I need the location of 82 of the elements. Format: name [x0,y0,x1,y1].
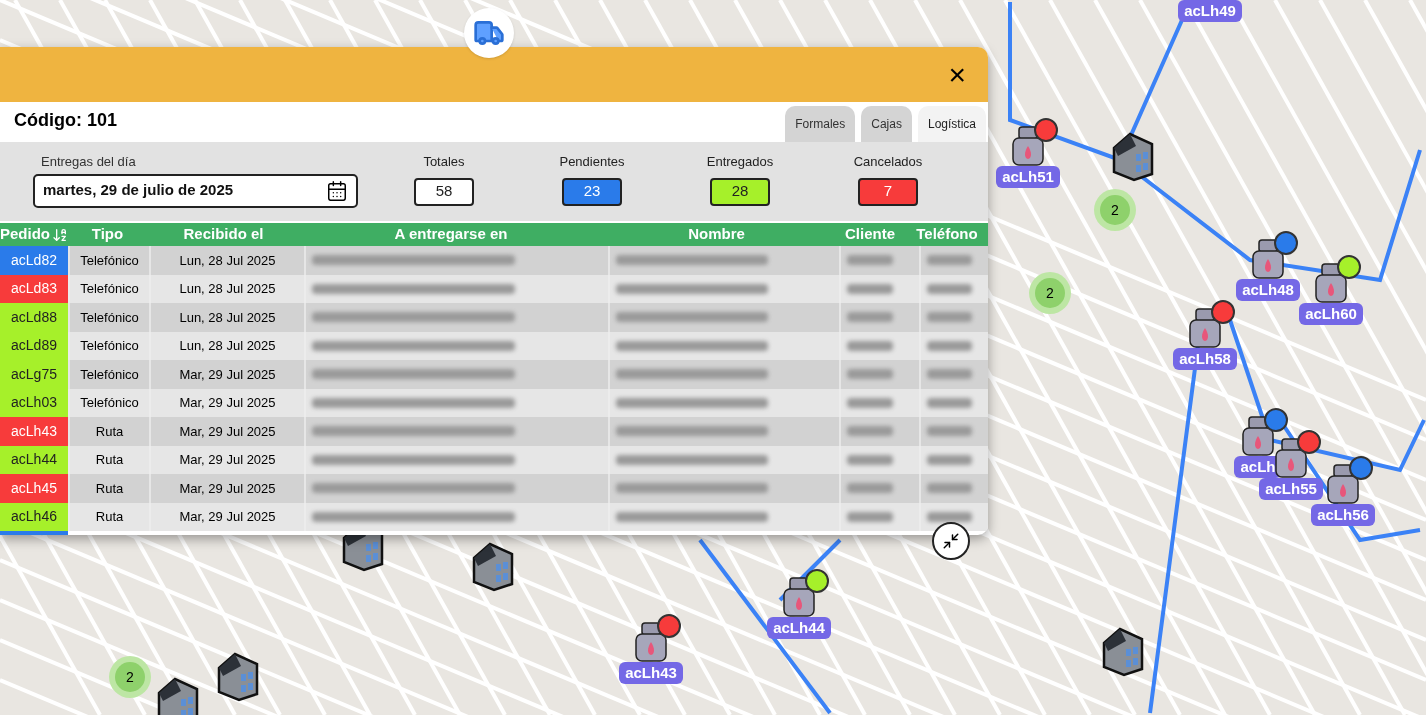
house-icon [1110,130,1156,182]
column-header[interactable]: Nombre [602,223,831,246]
gas-cylinder-icon [1325,464,1361,504]
marker-label[interactable]: acLh56 [1311,504,1375,526]
gas-cylinder-icon [1187,308,1223,348]
table-cell: Telefónico [70,331,149,360]
order-id-cell[interactable]: acLd83 [0,274,68,303]
table-cell: Mar, 29 Jul 2025 [151,474,304,503]
blurred-cell [921,417,988,446]
marker-label[interactable]: acLh58 [1173,348,1237,370]
table-cell: Lun, 28 Jul 2025 [151,331,304,360]
table-cell: Ruta [70,502,149,531]
order-id-cell[interactable]: acLd82 [0,246,68,275]
counter-label: Cancelados [853,153,923,171]
table-cell: Lun, 28 Jul 2025 [151,246,304,275]
table-cell: Telefónico [70,246,149,275]
marker-label[interactable]: acLh44 [767,617,831,639]
order-id-cell[interactable]: acLh44 [0,445,68,474]
blurred-cell [921,303,988,332]
gas-cylinder-icon [1250,239,1286,279]
table-cell: Mar, 29 Jul 2025 [151,388,304,417]
table-cell: Ruta [70,445,149,474]
date-label: Entregas del día [41,153,137,171]
order-id-cell[interactable]: acLh03 [0,388,68,417]
house-icon [1100,625,1146,677]
house-icon [215,650,261,702]
order-id-cell[interactable]: acLh43 [0,417,68,446]
marker-label[interactable]: acLh43 [619,662,683,684]
counter-value: 7 [858,177,918,206]
marker-label[interactable]: acLh51 [996,166,1060,188]
house-icon [155,675,201,715]
table-cell: Lun, 28 Jul 2025 [151,274,304,303]
counter-value: 23 [562,177,622,206]
marker-label[interactable]: acLh55 [1259,478,1323,500]
table-cell: Telefónico [70,303,149,332]
gas-cylinder-icon [1010,126,1046,166]
order-id-cell[interactable]: acLd89 [0,331,68,360]
order-id-cell[interactable]: acLd88 [0,303,68,332]
counter-label: Totales [423,153,465,171]
column-header[interactable]: A entregarse en [300,223,602,246]
house-icon [470,540,516,592]
column-header[interactable]: Recibido el [147,223,300,246]
table-cell: Telefónico [70,274,149,303]
table-cell: Lun, 28 Jul 2025 [151,303,304,332]
gas-cylinder-icon [1313,263,1349,303]
order-id-cell[interactable]: acLh46 [0,502,68,531]
table-cell: Telefónico [70,360,149,389]
counter-label: Entregados [706,153,774,171]
marker-label[interactable]: acLh48 [1236,279,1300,301]
table-cell: Ruta [70,474,149,503]
column-header[interactable]: Pedido [0,223,68,246]
minimize-icon[interactable] [942,532,960,550]
counter-label: Pendientes [559,153,625,171]
gas-cylinder-icon [781,577,817,617]
table-cell: Mar, 29 Jul 2025 [151,360,304,389]
table-cell: Mar, 29 Jul 2025 [151,502,304,531]
counter-value: 28 [710,177,770,206]
column-header[interactable]: Teléfono [909,223,985,246]
counter-value: 58 [414,177,474,206]
order-code: Código: 101 [13,109,117,132]
date-field[interactable]: martes, 29 de julio de 2025 [33,173,358,208]
gas-cylinder-icon [633,622,669,662]
tab[interactable]: Logística [917,106,986,142]
column-header[interactable]: Tipo [68,223,147,246]
gas-cylinder-icon [1273,438,1309,478]
table-cell: Mar, 29 Jul 2025 [151,417,304,446]
close-button[interactable]: × [948,59,966,90]
tab[interactable]: Formales [785,106,856,142]
marker-label[interactable]: acLh49 [1178,0,1242,22]
order-id-cell[interactable]: acLh45 [0,474,68,503]
calendar-icon[interactable] [326,179,348,202]
blurred-cell [921,360,988,389]
table-cell: Telefónico [70,388,149,417]
table-cell: Ruta [70,417,149,446]
blurred-cell [921,474,988,503]
tab[interactable]: Cajas [861,106,912,142]
column-header[interactable]: Cliente [831,223,909,246]
table-cell: Mar, 29 Jul 2025 [151,445,304,474]
marker-label[interactable]: acLh60 [1299,303,1363,325]
gas-cylinder-icon [1240,416,1276,456]
order-id-cell[interactable]: acLg75 [0,360,68,389]
blurred-cell [921,246,988,275]
